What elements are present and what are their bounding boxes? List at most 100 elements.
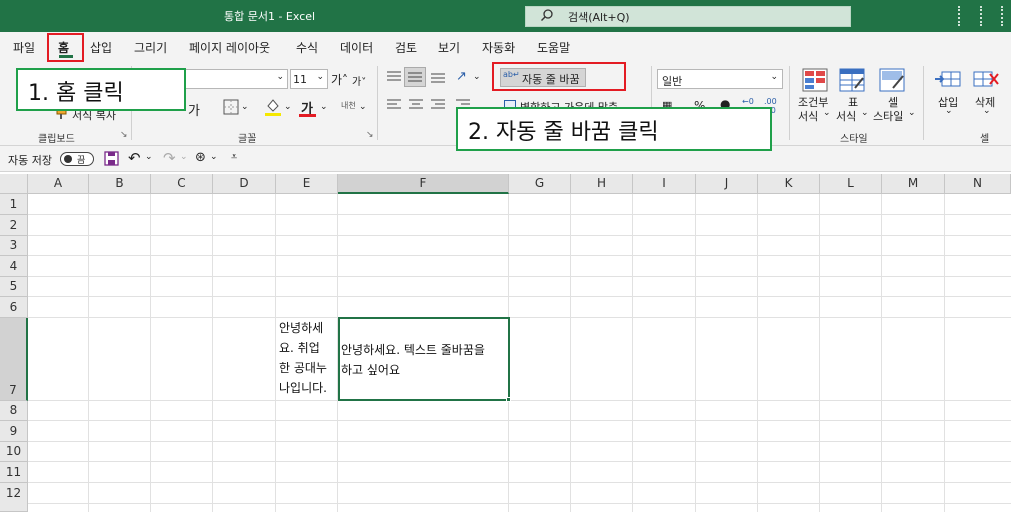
column-header[interactable]: K (758, 174, 820, 194)
row-header[interactable]: 2 (0, 215, 28, 236)
row-header[interactable]: 6 (0, 297, 28, 318)
gridline (28, 420, 1011, 421)
column-header[interactable]: M (882, 174, 945, 194)
align-top-icon[interactable] (386, 70, 402, 84)
gridline (212, 194, 213, 512)
tab-data[interactable]: 데이터 (340, 39, 373, 56)
font-size-box[interactable]: 11 ⌄ (290, 69, 328, 89)
chevron-down-icon[interactable]: ⌄ (983, 106, 991, 116)
ribbon-tabs: 파일 홈 삽입 그리기 페이지 레이아웃 수식 데이터 검토 보기 자동화 도움… (0, 32, 1011, 60)
chevron-down-icon[interactable]: ⌄ (908, 108, 916, 118)
fill-handle[interactable] (506, 397, 511, 402)
autosave-state: 끔 (77, 156, 86, 166)
gridline (570, 194, 571, 512)
column-header[interactable]: A (28, 174, 89, 194)
tab-automate[interactable]: 자동화 (482, 39, 515, 56)
gridline (28, 461, 1011, 462)
column-header[interactable]: B (89, 174, 151, 194)
worksheet-grid[interactable]: A B C D E F G H I J K L M N 1 2 3 4 5 6 … (0, 174, 1011, 512)
undo-icon[interactable]: ↶ (128, 149, 141, 167)
dialog-launcher-icon[interactable]: ↘ (366, 130, 374, 140)
row-header[interactable]: 8 (0, 401, 28, 421)
redo-icon[interactable]: ↷ (163, 149, 176, 167)
save-icon[interactable] (104, 151, 119, 166)
chevron-down-icon[interactable]: ⌄ (145, 152, 153, 162)
number-format-box[interactable]: 일반 ⌄ (657, 69, 783, 89)
sort-icon[interactable]: ⊛ (195, 150, 206, 165)
chevron-down-icon[interactable]: ⌄ (823, 108, 831, 118)
increase-font-icon[interactable]: 가˄ (331, 71, 348, 88)
tab-review[interactable]: 검토 (395, 39, 417, 56)
row-header[interactable]: 7 (0, 318, 28, 401)
row-header[interactable]: 10 (0, 442, 28, 462)
tab-insert[interactable]: 삽입 (90, 39, 112, 56)
chevron-down-icon[interactable]: ⌄ (473, 72, 481, 82)
column-header[interactable]: L (820, 174, 882, 194)
select-all-corner[interactable] (0, 174, 28, 194)
chevron-down-icon[interactable]: ⌄ (861, 108, 869, 118)
phonetic-icon[interactable]: 내천 (341, 100, 356, 111)
window-control-handle (1001, 6, 1004, 26)
home-tab-highlight (47, 33, 84, 62)
group-separator (789, 66, 790, 140)
align-middle-button[interactable] (404, 67, 426, 87)
search-box[interactable]: 검색(Alt+Q) (525, 6, 851, 27)
column-header[interactable]: J (696, 174, 758, 194)
column-header[interactable]: E (276, 174, 338, 194)
delete-cells-icon[interactable] (972, 68, 1000, 90)
column-header[interactable]: H (571, 174, 633, 194)
column-header[interactable]: N (945, 174, 1011, 194)
column-header[interactable]: F (338, 174, 509, 194)
cell-styles-icon[interactable] (879, 68, 905, 92)
align-center-icon[interactable] (408, 98, 424, 112)
gridline (28, 400, 1011, 401)
borders-icon[interactable] (222, 98, 240, 116)
chevron-down-icon[interactable]: ⌄ (241, 102, 249, 112)
chevron-down-icon[interactable]: ⌄ (359, 102, 367, 112)
tab-file[interactable]: 파일 (13, 39, 35, 56)
align-bottom-icon[interactable] (430, 70, 446, 84)
underline-button[interactable]: 가 (188, 100, 200, 119)
column-header[interactable]: D (213, 174, 276, 194)
conditional-formatting-icon[interactable] (802, 68, 828, 92)
conditional-formatting-label-2[interactable]: 서식 (798, 108, 818, 124)
row-header[interactable]: 9 (0, 421, 28, 442)
row-header[interactable]: 12 (0, 483, 28, 512)
fill-color-icon[interactable] (264, 97, 282, 117)
row-header[interactable]: 5 (0, 277, 28, 297)
chevron-down-icon[interactable]: ⌄ (180, 152, 188, 162)
tab-help[interactable]: 도움말 (537, 39, 570, 56)
dialog-launcher-icon[interactable]: ↘ (120, 130, 128, 140)
chevron-down-icon[interactable]: ⌄ (320, 102, 328, 112)
column-header[interactable]: C (151, 174, 213, 194)
column-header[interactable]: I (633, 174, 696, 194)
tab-formulas[interactable]: 수식 (296, 39, 318, 56)
tab-view[interactable]: 보기 (438, 39, 460, 56)
cell-styles-label-2[interactable]: 스타일 (873, 108, 903, 124)
row-header[interactable]: 1 (0, 194, 28, 215)
chevron-down-icon[interactable]: ⌄ (284, 102, 292, 112)
tab-draw[interactable]: 그리기 (134, 39, 167, 56)
align-left-icon[interactable] (386, 98, 402, 112)
gridline (28, 235, 1011, 236)
format-as-table-label-2[interactable]: 서식 (836, 108, 856, 124)
cell-e7[interactable]: 안녕하세 요. 취업 한 공대누 나입니다. (279, 318, 337, 398)
customize-toolbar-icon[interactable]: ⩡ (231, 150, 237, 164)
chevron-down-icon[interactable]: ⌄ (210, 152, 218, 162)
row-header[interactable]: 3 (0, 236, 28, 256)
tab-page-layout[interactable]: 페이지 레이아웃 (189, 39, 270, 56)
gridline (757, 194, 758, 512)
chevron-down-icon[interactable]: ⌄ (945, 106, 953, 116)
autosave-toggle[interactable]: 끔 (60, 152, 94, 166)
clipboard-group-label: 클립보드 (38, 134, 75, 145)
decrease-font-icon[interactable]: 가˅ (352, 73, 366, 88)
column-header[interactable]: G (509, 174, 571, 194)
orientation-icon[interactable]: ↗ (456, 69, 467, 84)
align-right-icon[interactable] (430, 98, 446, 112)
row-header[interactable]: 4 (0, 256, 28, 277)
row-header[interactable]: 11 (0, 462, 28, 483)
group-separator (923, 66, 924, 140)
format-as-table-icon[interactable] (839, 68, 865, 92)
gridline (819, 194, 820, 512)
insert-cells-icon[interactable] (934, 68, 962, 90)
